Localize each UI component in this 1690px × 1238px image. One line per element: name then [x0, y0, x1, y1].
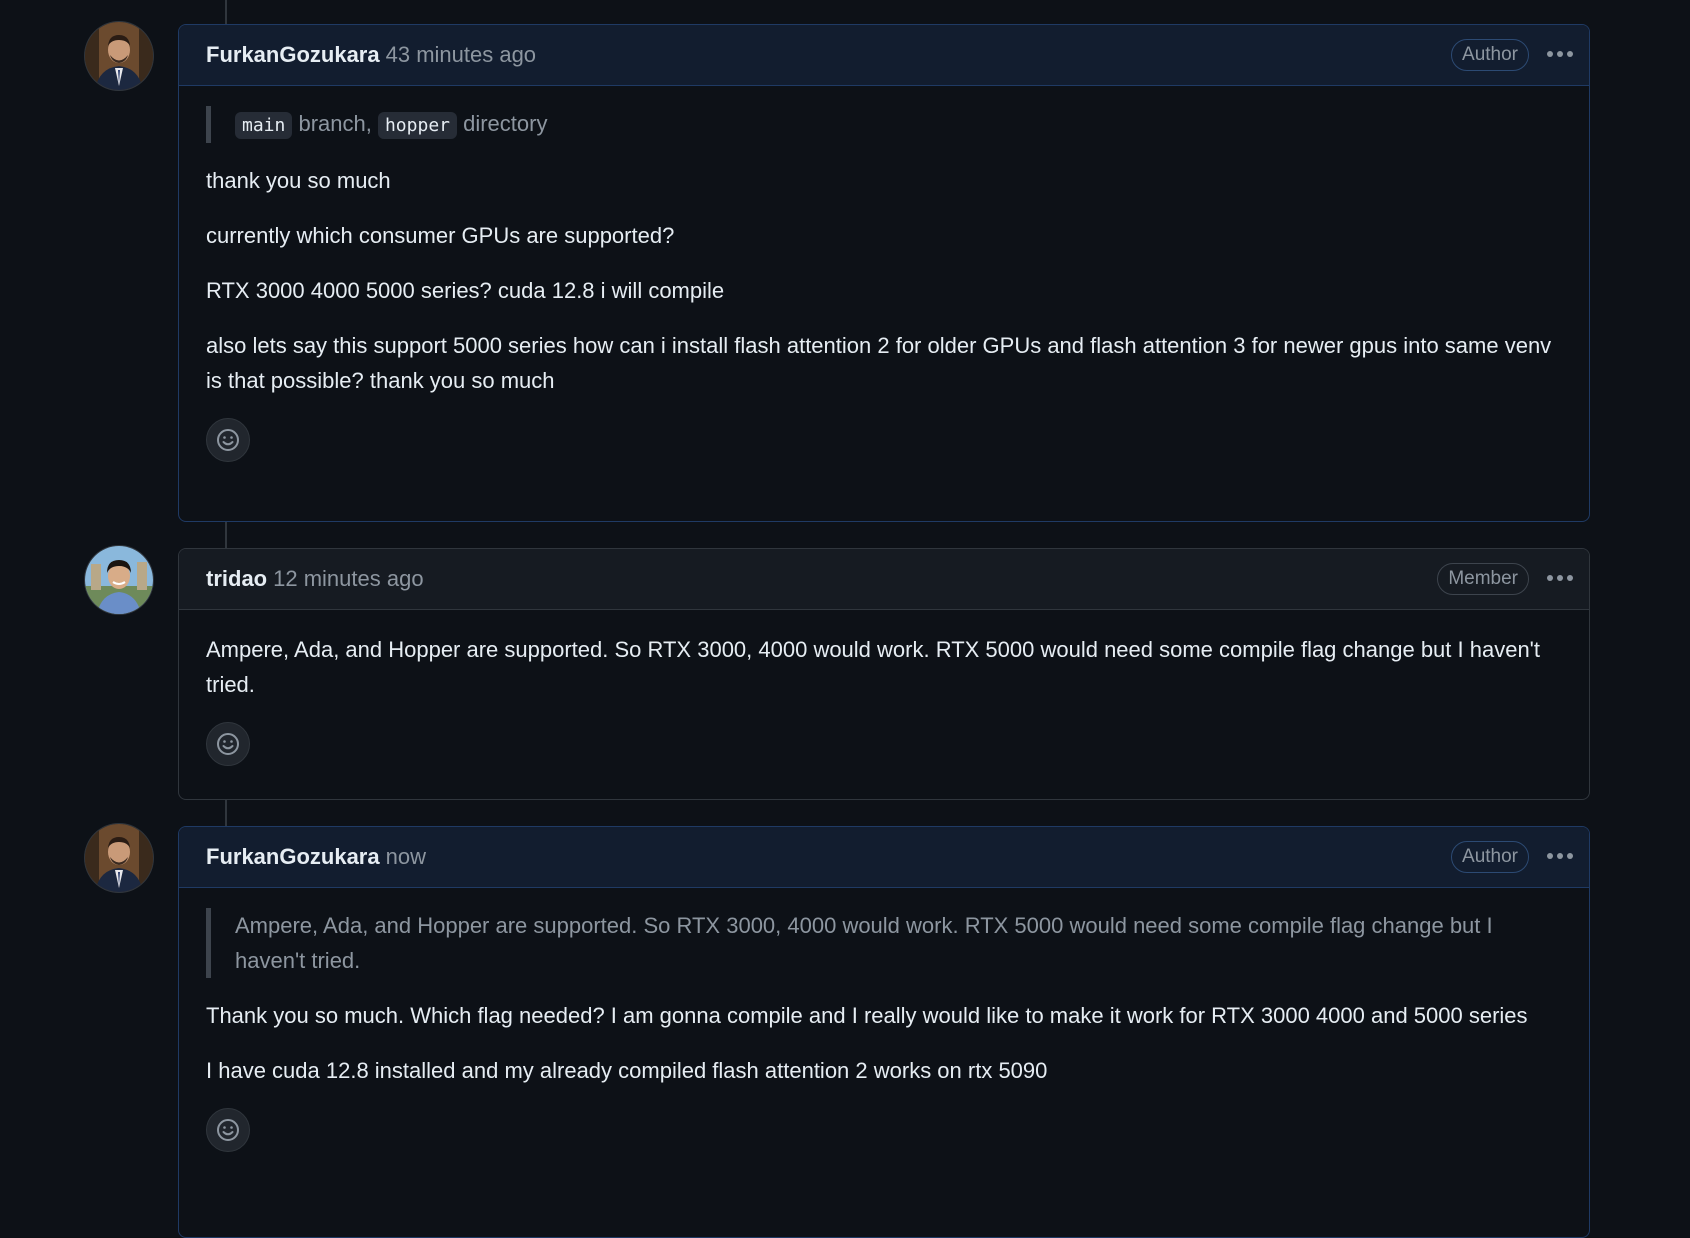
comment-paragraph: thank you so much: [206, 168, 391, 193]
smiley-icon: [217, 733, 239, 755]
more-options-button[interactable]: [1545, 841, 1575, 871]
comment-body: main branch, hopper directory thank you …: [179, 86, 1589, 462]
more-options-button[interactable]: [1545, 563, 1575, 593]
comment-body: Ampere, Ada, and Hopper are supported. S…: [179, 888, 1589, 1152]
quote-block: main branch, hopper directory: [206, 106, 1562, 143]
comment-paragraph: Thank you so much. Which flag needed? I …: [206, 1003, 1528, 1028]
avatar[interactable]: [85, 546, 153, 614]
kebab-horizontal-icon: [1547, 853, 1573, 859]
comment-paragraph: also lets say this support 5000 series h…: [206, 333, 1552, 393]
quote-text: directory: [457, 111, 548, 136]
smiley-icon: [217, 1119, 239, 1141]
avatar-image: [85, 546, 153, 614]
comment-card: tridao 12 minutes ago Member Ampere, Ada…: [178, 548, 1590, 800]
smiley-icon: [217, 429, 239, 451]
comment-author-link[interactable]: FurkanGozukara: [206, 42, 380, 68]
comment-paragraph: I have cuda 12.8 installed and my alread…: [206, 1058, 1048, 1083]
inline-code: main: [235, 112, 293, 139]
comment-body: Ampere, Ada, and Hopper are supported. S…: [179, 610, 1589, 766]
add-reaction-button[interactable]: [206, 722, 250, 766]
quote-block: Ampere, Ada, and Hopper are supported. S…: [206, 908, 1562, 978]
avatar[interactable]: [85, 22, 153, 90]
avatar-image: [85, 22, 153, 90]
role-badge: Author: [1451, 841, 1529, 873]
comment-author-link[interactable]: FurkanGozukara: [206, 844, 380, 870]
quote-text: branch,: [292, 111, 378, 136]
comment-timestamp[interactable]: 12 minutes ago: [273, 566, 423, 592]
comment-card: FurkanGozukara now Author Ampere, Ada, a…: [178, 826, 1590, 1238]
comment-timestamp[interactable]: 43 minutes ago: [386, 42, 536, 68]
add-reaction-button[interactable]: [206, 418, 250, 462]
role-badge: Member: [1437, 563, 1529, 595]
avatar[interactable]: [85, 824, 153, 892]
kebab-horizontal-icon: [1547, 51, 1573, 57]
inline-code: hopper: [377, 112, 457, 139]
more-options-button[interactable]: [1545, 39, 1575, 69]
comment-card: FurkanGozukara 43 minutes ago Author mai…: [178, 24, 1590, 522]
kebab-horizontal-icon: [1547, 575, 1573, 581]
comment-header: FurkanGozukara 43 minutes ago Author: [179, 25, 1589, 86]
comment-author-link[interactable]: tridao: [206, 566, 267, 592]
add-reaction-button[interactable]: [206, 1108, 250, 1152]
comment-paragraph: Ampere, Ada, and Hopper are supported. S…: [206, 637, 1540, 697]
comment-header: FurkanGozukara now Author: [179, 827, 1589, 888]
comment-paragraph: RTX 3000 4000 5000 series? cuda 12.8 i w…: [206, 278, 725, 303]
comment-paragraph: currently which consumer GPUs are suppor…: [206, 223, 675, 248]
comment-timestamp[interactable]: now: [386, 844, 426, 870]
avatar-image: [85, 824, 153, 892]
role-badge: Author: [1451, 39, 1529, 71]
comment-header: tridao 12 minutes ago Member: [179, 549, 1589, 610]
